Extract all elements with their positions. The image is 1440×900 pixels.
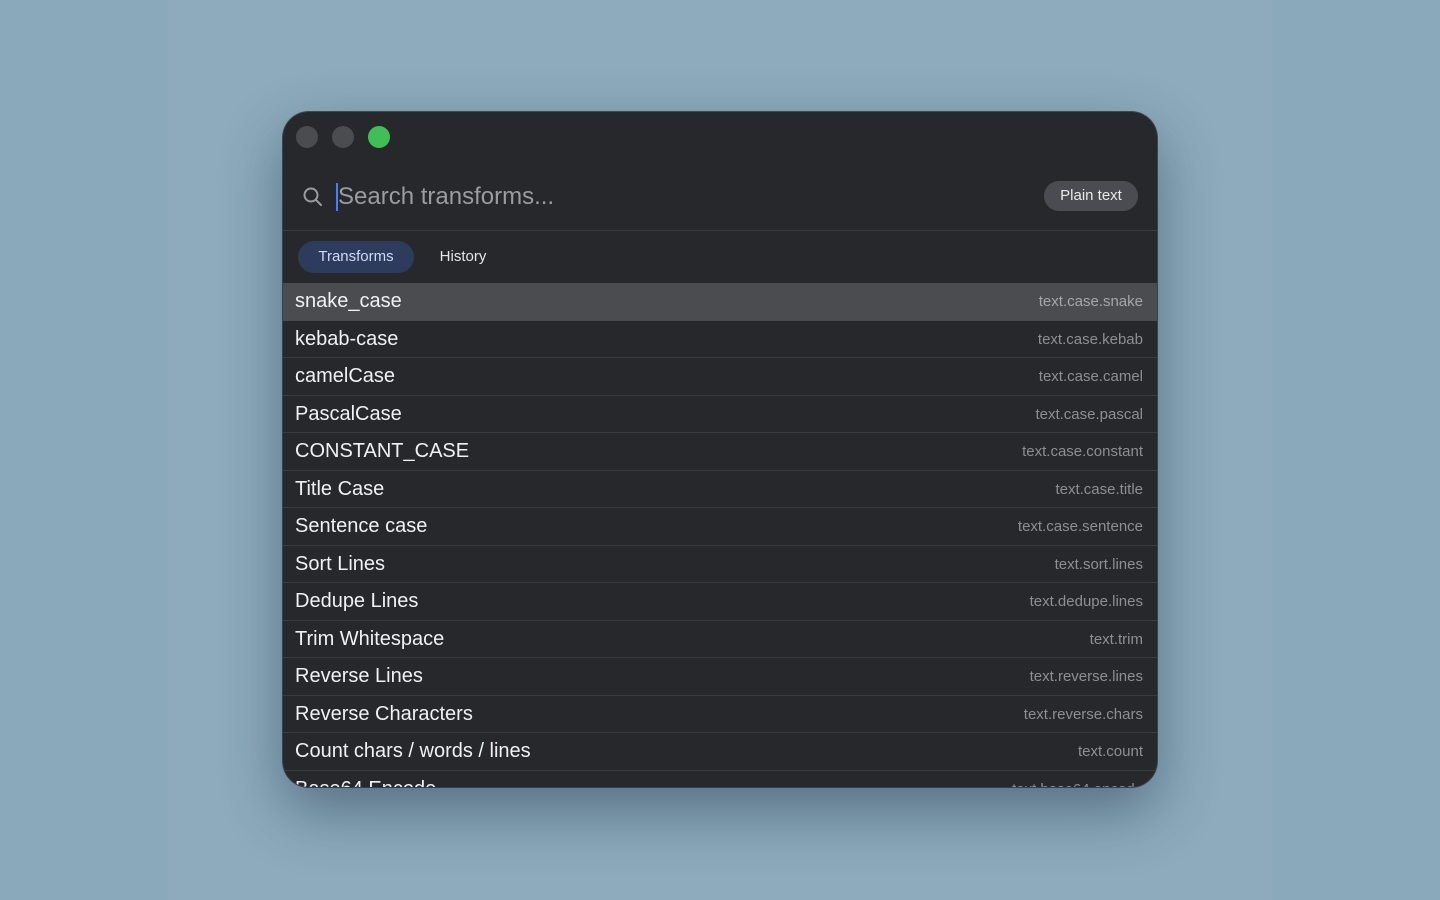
transform-label: Sentence case [295, 515, 428, 537]
title-bar[interactable] [283, 112, 1157, 164]
transform-id: text.case.snake [1038, 293, 1143, 310]
transform-label: Sort Lines [295, 552, 386, 575]
transform-label: Trim Whitespace [295, 627, 445, 650]
transform-label: Reverse Lines [295, 665, 423, 687]
tab-transforms[interactable]: Transforms [298, 241, 414, 273]
minimize-window-button[interactable] [332, 126, 354, 148]
transform-row[interactable]: CONSTANT_CASE text.case.constant [283, 433, 1157, 471]
transform-id: text.count [1077, 743, 1143, 760]
tab-history[interactable]: History [428, 241, 498, 273]
transform-label: camelCase [295, 365, 396, 387]
transform-label: Count chars / words / lines [295, 740, 531, 762]
format-badge[interactable]: Plain text [1044, 181, 1138, 211]
transform-id: text.base64.encode [1012, 781, 1143, 788]
transform-row[interactable]: Trim Whitespace text.trim [283, 621, 1157, 658]
transform-id: text.case.kebab [1037, 330, 1143, 348]
transform-label: kebab-case [295, 327, 399, 350]
desktop-background-right [1272, 0, 1440, 900]
transform-label: CONSTANT_CASE [295, 440, 470, 462]
transform-row[interactable]: Reverse Characters text.reverse.chars [283, 696, 1157, 733]
transform-id: text.sort.lines [1054, 555, 1143, 573]
transform-label: Title Case [295, 477, 385, 500]
transform-label: Base64 Encode [295, 778, 436, 788]
transform-row[interactable]: Reverse Lines text.reverse.lines [283, 658, 1157, 696]
zoom-window-button[interactable] [368, 126, 390, 148]
transform-label: PascalCase [295, 402, 402, 425]
transform-row[interactable]: Base64 Encode text.base64.encode [283, 771, 1157, 788]
transform-row[interactable]: kebab-case text.case.kebab [283, 321, 1157, 358]
transform-row[interactable]: Title Case text.case.title [283, 471, 1157, 508]
transform-row[interactable]: Dedupe Lines text.dedupe.lines [283, 583, 1157, 621]
transform-row[interactable]: Sort Lines text.sort.lines [283, 546, 1157, 583]
transform-id: text.case.camel [1038, 368, 1143, 385]
transform-id: text.dedupe.lines [1029, 593, 1143, 610]
transform-row[interactable]: camelCase text.case.camel [283, 358, 1157, 396]
transform-row[interactable]: Sentence case text.case.sentence [283, 508, 1157, 546]
desktop-background-left [0, 0, 168, 900]
tab-bar: Transforms History [283, 231, 1157, 283]
transform-row[interactable]: Count chars / words / lines text.count [283, 733, 1157, 771]
transform-id: text.trim [1089, 630, 1143, 648]
transform-row[interactable]: snake_case text.case.snake [283, 283, 1157, 321]
close-window-button[interactable] [296, 126, 318, 148]
transform-id: text.reverse.chars [1023, 705, 1143, 723]
transform-palette-window: Plain text Transforms History snake_case… [283, 112, 1157, 787]
transform-row[interactable]: PascalCase text.case.pascal [283, 396, 1157, 433]
transform-id: text.case.pascal [1035, 405, 1143, 423]
search-bar: Plain text [283, 164, 1157, 231]
transform-label: Reverse Characters [295, 702, 473, 725]
transform-label: Dedupe Lines [295, 590, 419, 612]
transform-id: text.case.title [1055, 480, 1143, 498]
transform-list: snake_case text.case.snake kebab-case text.… [283, 283, 1157, 787]
search-input[interactable] [338, 178, 998, 216]
transform-id: text.case.constant [1022, 443, 1143, 460]
search-icon [303, 187, 322, 206]
transform-label: snake_case [295, 290, 402, 312]
transform-id: text.reverse.lines [1029, 668, 1143, 685]
transform-id: text.case.sentence [1017, 518, 1143, 535]
